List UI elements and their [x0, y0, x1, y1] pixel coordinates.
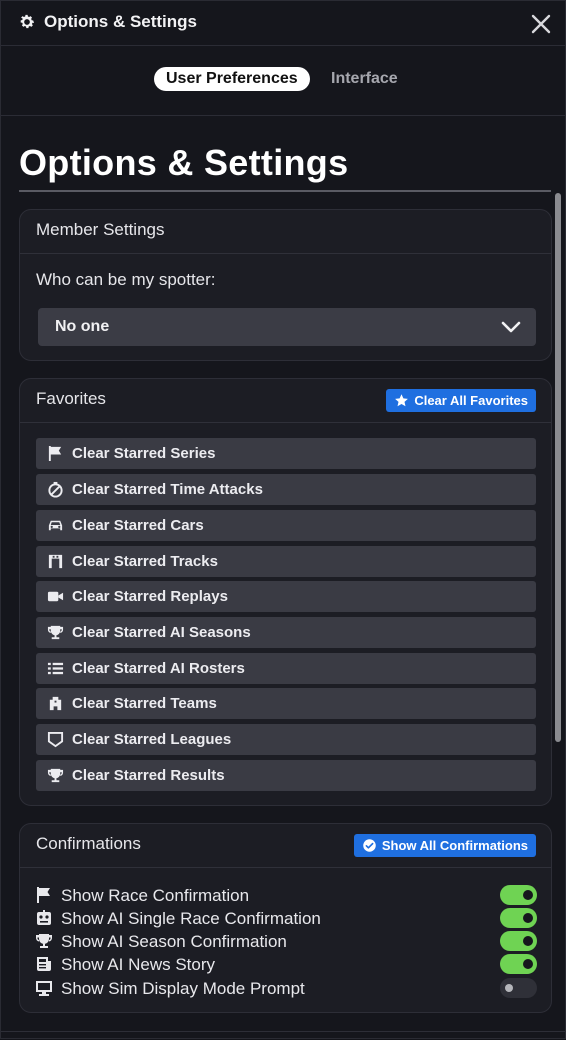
- member-settings-header: Member Settings: [20, 210, 551, 254]
- show-all-confirmations-button[interactable]: Show All Confirmations: [353, 834, 536, 857]
- tab-interface[interactable]: Interface: [319, 67, 410, 91]
- confirmation-row-race: Show Race Confirmation: [34, 885, 539, 907]
- fav-item-label: Clear Starred AI Seasons: [72, 624, 251, 641]
- toggle-switch[interactable]: [500, 885, 537, 905]
- trophy-icon: [35, 934, 53, 948]
- spotter-select-value: No one: [55, 318, 110, 335]
- fav-item-label: Clear Starred AI Rosters: [72, 660, 245, 677]
- toggle-switch[interactable]: [500, 908, 537, 928]
- newspaper-icon: [37, 957, 51, 971]
- settings-content: Options & Settings Member Settings Who c…: [1, 116, 565, 1040]
- fav-item-label: Clear Starred Leagues: [72, 731, 232, 748]
- video-camera-icon: [47, 591, 64, 602]
- confirmation-row-sim-display: Show Sim Display Mode Prompt: [34, 978, 539, 1000]
- toggle-switch[interactable]: [500, 931, 537, 951]
- confirmation-label: Show Sim Display Mode Prompt: [61, 979, 305, 998]
- confirmation-label: Show AI News Story: [61, 955, 216, 974]
- window-title: Options & Settings: [44, 12, 197, 31]
- team-icon: [49, 696, 62, 711]
- stopwatch-icon: [48, 481, 63, 498]
- tab-user-preferences[interactable]: User Preferences: [154, 67, 310, 91]
- tab-bar: User Preferences Interface: [1, 46, 565, 116]
- title-divider: [19, 190, 551, 192]
- fav-item-label: Clear Starred Time Attacks: [72, 481, 263, 498]
- confirmation-label: Show Race Confirmation: [61, 886, 250, 905]
- confirmation-label: Show AI Single Race Confirmation: [61, 909, 321, 928]
- toggle-switch[interactable]: [500, 954, 537, 974]
- clear-starred-series-button[interactable]: Clear Starred Series: [36, 438, 536, 469]
- clear-starred-tracks-button[interactable]: Clear Starred Tracks: [36, 546, 536, 577]
- robot-icon: [37, 910, 51, 925]
- clear-starred-teams-button[interactable]: Clear Starred Teams: [36, 688, 536, 719]
- star-icon: [395, 394, 409, 407]
- fav-item-label: Clear Starred Results: [72, 767, 225, 784]
- clear-starred-cars-button[interactable]: Clear Starred Cars: [36, 510, 536, 541]
- confirmation-row-ai-season: Show AI Season Confirmation: [34, 931, 539, 953]
- member-settings-card: Member Settings Who can be my spotter: N…: [19, 209, 552, 361]
- spotter-label: Who can be my spotter:: [36, 270, 216, 289]
- favorites-header: Favorites Clear All Favorites: [20, 379, 551, 423]
- fav-item-label: Clear Starred Series: [72, 445, 216, 462]
- member-settings-title: Member Settings: [36, 220, 165, 239]
- shield-icon: [47, 731, 64, 748]
- track-icon: [48, 554, 63, 569]
- favorites-title: Favorites: [36, 389, 106, 408]
- show-all-confirmations-label: Show All Confirmations: [381, 838, 528, 853]
- trophy-icon: [47, 625, 64, 640]
- monitor-icon: [36, 981, 52, 996]
- confirmation-row-ai-news: Show AI News Story: [34, 954, 539, 976]
- confirmations-title: Confirmations: [36, 834, 141, 853]
- fav-item-label: Clear Starred Replays: [72, 588, 228, 605]
- flag-icon: [37, 887, 50, 903]
- clear-starred-replays-button[interactable]: Clear Starred Replays: [36, 581, 536, 612]
- clear-all-favorites-label: Clear All Favorites: [414, 393, 528, 408]
- check-circle-icon: [363, 839, 376, 852]
- gear-icon: [20, 14, 35, 29]
- clear-starred-results-button[interactable]: Clear Starred Results: [36, 760, 536, 791]
- title-bar: Options & Settings: [1, 1, 565, 46]
- confirmations-header: Confirmations Show All Confirmations: [20, 824, 551, 868]
- car-icon: [48, 520, 63, 531]
- toggle-switch[interactable]: [500, 978, 537, 998]
- favorites-card: Favorites Clear All Favorites Clear Star…: [19, 378, 552, 806]
- clear-starred-ai-seasons-button[interactable]: Clear Starred AI Seasons: [36, 617, 536, 648]
- options-window: Options & Settings User Preferences Inte…: [0, 0, 566, 1039]
- fav-item-label: Clear Starred Tracks: [72, 553, 218, 570]
- trophy-icon: [47, 768, 64, 783]
- fav-item-label: Clear Starred Teams: [72, 695, 217, 712]
- clear-all-favorites-button[interactable]: Clear All Favorites: [386, 389, 536, 412]
- list-icon: [47, 662, 64, 675]
- clear-starred-time-attacks-button[interactable]: Clear Starred Time Attacks: [36, 474, 536, 505]
- fav-item-label: Clear Starred Cars: [72, 517, 204, 534]
- confirmations-card: Confirmations Show All Confirmations Sho…: [19, 823, 552, 1013]
- confirmation-label: Show AI Season Confirmation: [61, 932, 287, 951]
- scrollbar-thumb[interactable]: [555, 193, 561, 742]
- flag-icon: [48, 445, 62, 462]
- clear-starred-ai-rosters-button[interactable]: Clear Starred AI Rosters: [36, 653, 536, 684]
- bottom-divider: [1, 1031, 565, 1032]
- spotter-select[interactable]: No one: [38, 308, 536, 346]
- confirmation-row-ai-single-race: Show AI Single Race Confirmation: [34, 908, 539, 930]
- close-icon[interactable]: [530, 13, 552, 35]
- chevron-down-icon: [501, 321, 521, 333]
- clear-starred-leagues-button[interactable]: Clear Starred Leagues: [36, 724, 536, 755]
- page-title: Options & Settings: [19, 142, 349, 183]
